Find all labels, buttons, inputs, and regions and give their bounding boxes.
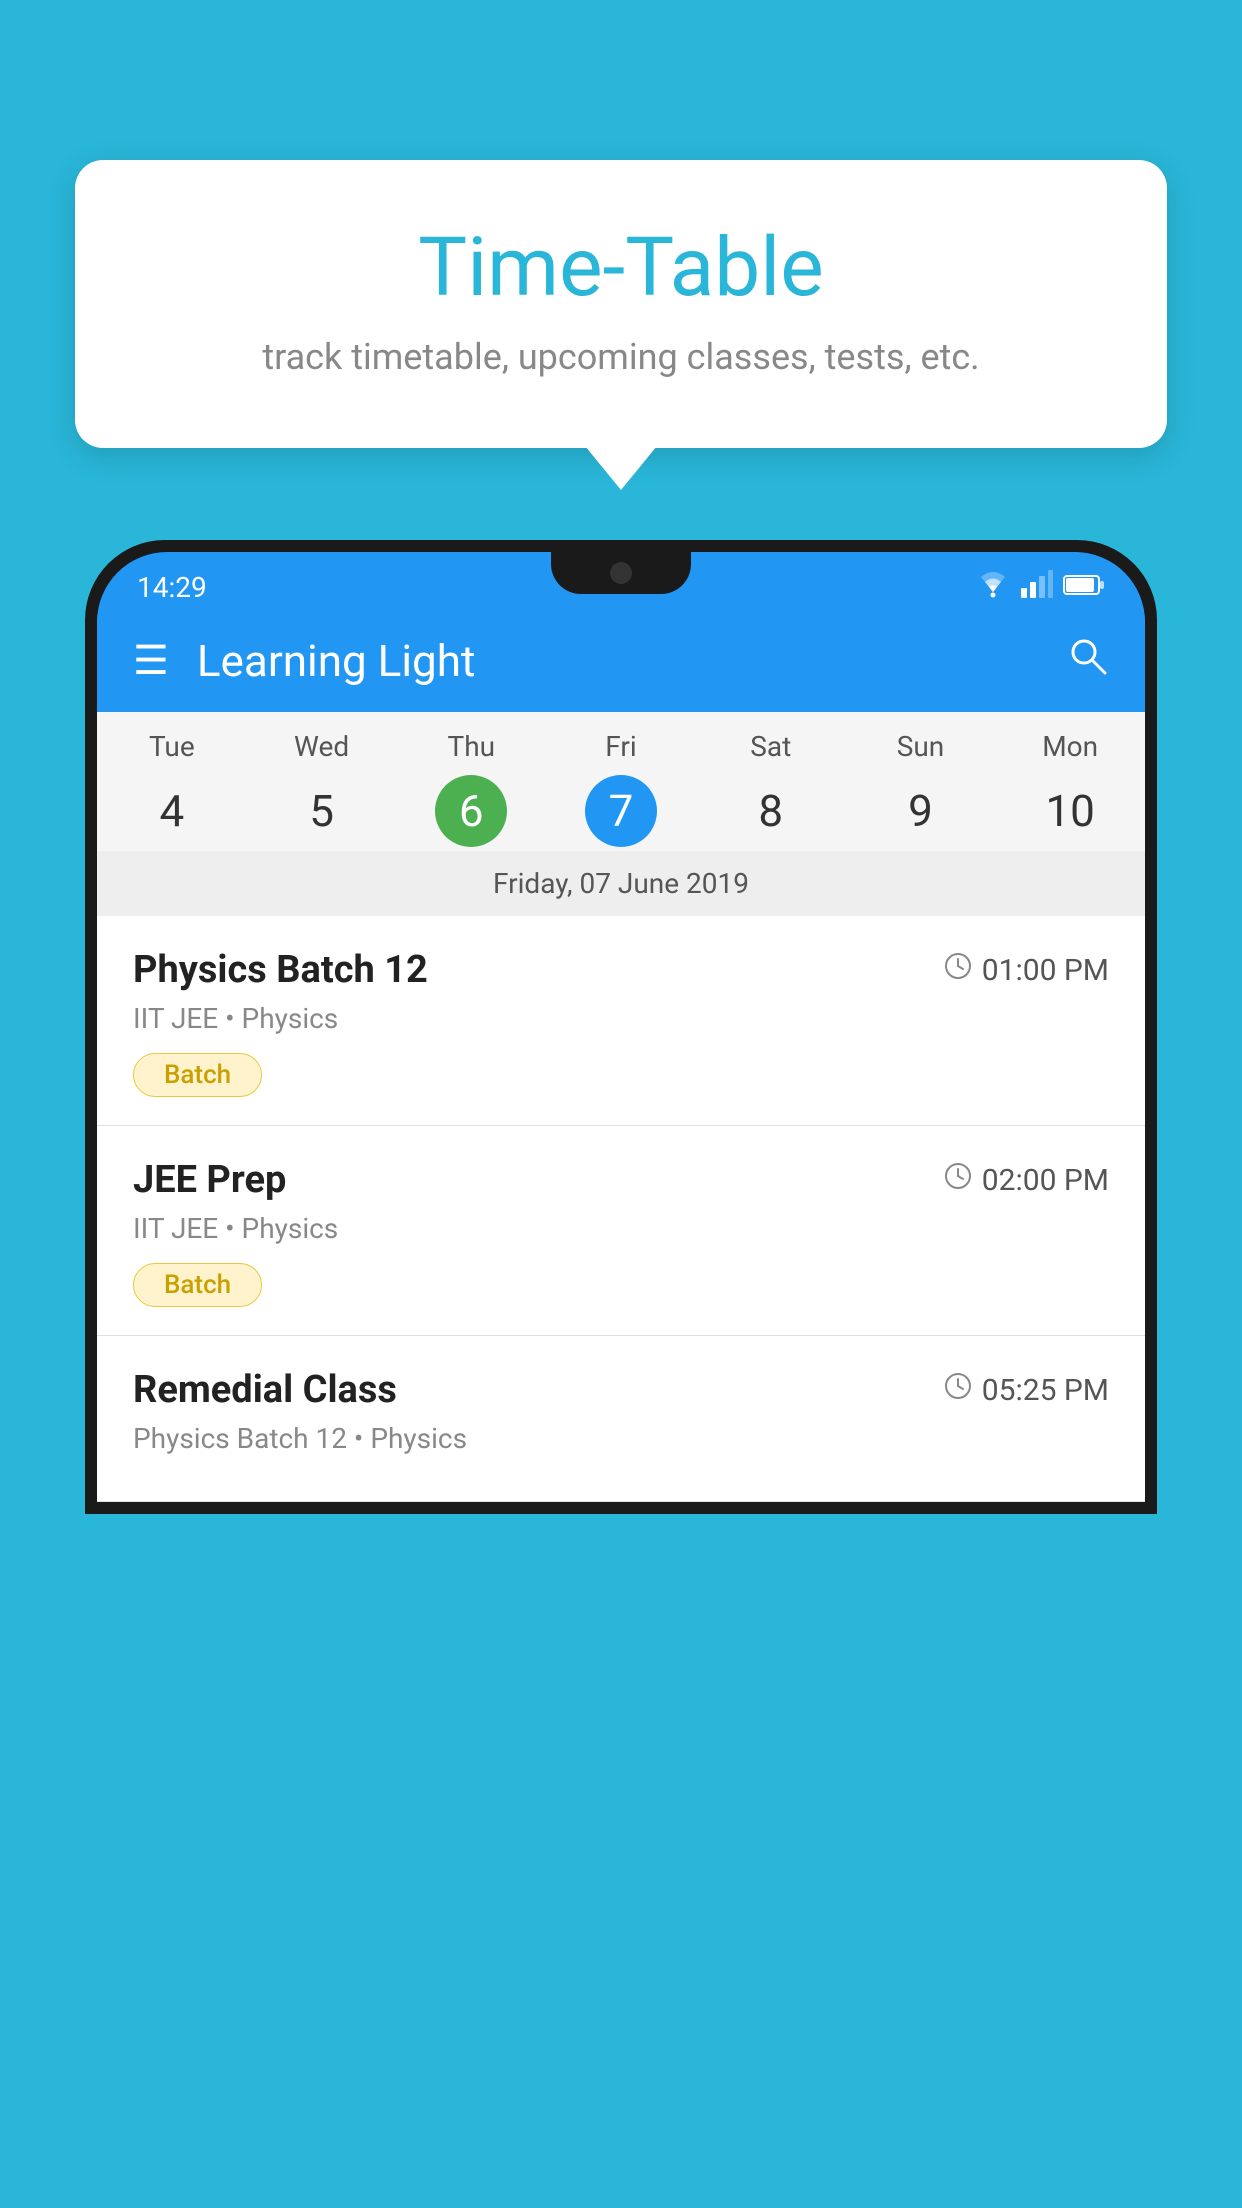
battery-icon xyxy=(1063,571,1105,604)
status-icons xyxy=(975,570,1105,605)
calendar-day-8[interactable]: Sat8 xyxy=(696,730,846,847)
schedule-item-1[interactable]: JEE Prep 02:00 PM IIT JEE • Physics Batch xyxy=(97,1126,1145,1336)
phone-camera xyxy=(610,562,632,584)
calendar-day-6[interactable]: Thu6 xyxy=(396,730,546,847)
calendar-day-5[interactable]: Wed5 xyxy=(247,730,397,847)
selected-date-label: Friday, 07 June 2019 xyxy=(97,851,1145,916)
clock-icon xyxy=(944,952,972,988)
item-time-text-2: 05:25 PM xyxy=(982,1373,1109,1408)
item-time-text-1: 02:00 PM xyxy=(982,1163,1109,1198)
item-title-1: JEE Prep xyxy=(133,1158,286,1202)
wifi-icon xyxy=(975,570,1011,605)
schedule-item-0[interactable]: Physics Batch 12 01:00 PM IIT JEE • Physi… xyxy=(97,916,1145,1126)
calendar-day-10[interactable]: Mon10 xyxy=(995,730,1145,847)
phone-notch xyxy=(551,552,691,594)
status-time: 14:29 xyxy=(137,571,207,604)
item-time-text-0: 01:00 PM xyxy=(982,953,1109,988)
clock-icon xyxy=(944,1372,972,1408)
calendar-day-4[interactable]: Tue4 xyxy=(97,730,247,847)
item-subtitle-1: IIT JEE • Physics xyxy=(133,1212,1109,1245)
phone-mockup: 14:29 xyxy=(85,540,1157,2208)
tooltip-subtitle: track timetable, upcoming classes, tests… xyxy=(125,336,1117,378)
days-row: Tue4Wed5Thu6Fri7Sat8Sun9Mon10 xyxy=(97,712,1145,851)
batch-tag-1: Batch xyxy=(133,1263,262,1307)
item-title-0: Physics Batch 12 xyxy=(133,948,428,992)
app-bar: ☰ Learning Light xyxy=(97,615,1145,712)
phone-outer: 14:29 xyxy=(85,540,1157,1514)
tooltip-card: Time-Table track timetable, upcoming cla… xyxy=(75,160,1167,448)
search-icon[interactable] xyxy=(1065,633,1109,688)
app-title: Learning Light xyxy=(197,635,1065,687)
schedule-item-2[interactable]: Remedial Class 05:25 PM Physics Batch 12 … xyxy=(97,1336,1145,1502)
batch-tag-0: Batch xyxy=(133,1053,262,1097)
clock-icon xyxy=(944,1162,972,1198)
calendar-day-7[interactable]: Fri7 xyxy=(546,730,696,847)
signal-icon xyxy=(1021,570,1053,605)
schedule-list: Physics Batch 12 01:00 PM IIT JEE • Physi… xyxy=(97,916,1145,1502)
calendar-day-9[interactable]: Sun9 xyxy=(846,730,996,847)
phone-screen: 14:29 xyxy=(97,552,1145,1502)
item-subtitle-0: IIT JEE • Physics xyxy=(133,1002,1109,1035)
item-title-2: Remedial Class xyxy=(133,1368,397,1412)
tooltip-title: Time-Table xyxy=(125,220,1117,316)
calendar-section: Tue4Wed5Thu6Fri7Sat8Sun9Mon10 Friday, 07… xyxy=(97,712,1145,916)
menu-icon[interactable]: ☰ xyxy=(133,637,169,684)
item-subtitle-2: Physics Batch 12 • Physics xyxy=(133,1422,1109,1455)
